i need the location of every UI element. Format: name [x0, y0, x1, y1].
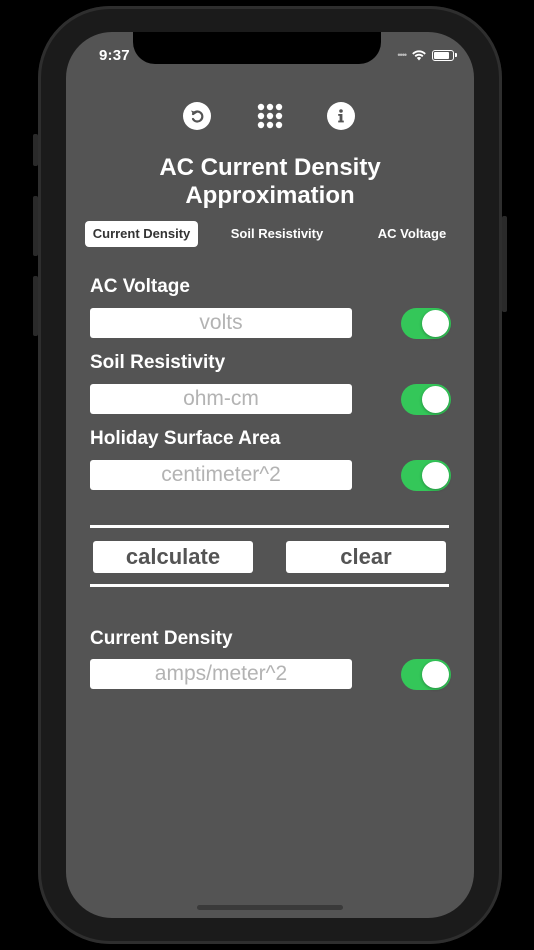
tab-soil-resistivity[interactable]: Soil Resistivity — [218, 221, 336, 247]
page-title-line2: Approximation — [185, 182, 355, 209]
status-icons: •••• — [397, 49, 457, 61]
side-button-volume-up — [33, 196, 38, 256]
soil-resistivity-input[interactable] — [90, 384, 352, 414]
divider-top — [90, 525, 449, 528]
ac-voltage-input[interactable] — [90, 308, 352, 338]
soil-resistivity-toggle[interactable] — [401, 384, 451, 415]
undo-icon[interactable] — [183, 102, 211, 130]
holiday-surface-area-label: Holiday Surface Area — [90, 428, 281, 449]
current-density-label: Current Density — [90, 628, 233, 649]
holiday-surface-area-input[interactable] — [90, 460, 352, 490]
side-button-volume-down — [33, 276, 38, 336]
soil-resistivity-label: Soil Resistivity — [90, 352, 226, 373]
ac-voltage-toggle[interactable] — [401, 308, 451, 339]
segmented-tabs: Current Density Soil Resistivity AC Volt… — [66, 221, 474, 247]
ac-voltage-label: AC Voltage — [90, 276, 190, 297]
app-screen: 9:37 •••• AC Current Density Approximati… — [66, 32, 474, 918]
grid-icon[interactable] — [256, 102, 284, 130]
side-button-power — [502, 216, 507, 312]
divider-bottom — [90, 584, 449, 587]
page-title: AC Current Density Approximation — [66, 154, 474, 210]
current-density-output[interactable] — [90, 659, 352, 689]
tab-current-density[interactable]: Current Density — [85, 221, 198, 247]
page-title-line1: AC Current Density — [159, 154, 381, 181]
cellular-signal-icon: •••• — [397, 50, 407, 60]
status-time: 9:37 — [99, 47, 130, 64]
wifi-icon — [412, 50, 426, 61]
home-indicator[interactable] — [197, 905, 343, 910]
current-density-toggle[interactable] — [401, 659, 451, 690]
battery-icon — [432, 49, 457, 61]
notch — [133, 32, 381, 64]
side-button-silent — [33, 134, 38, 166]
clear-button[interactable]: clear — [286, 541, 446, 573]
holiday-surface-area-toggle[interactable] — [401, 460, 451, 491]
calculate-button[interactable]: calculate — [93, 541, 253, 573]
info-icon[interactable] — [327, 102, 355, 130]
tab-ac-voltage[interactable]: AC Voltage — [364, 221, 460, 247]
